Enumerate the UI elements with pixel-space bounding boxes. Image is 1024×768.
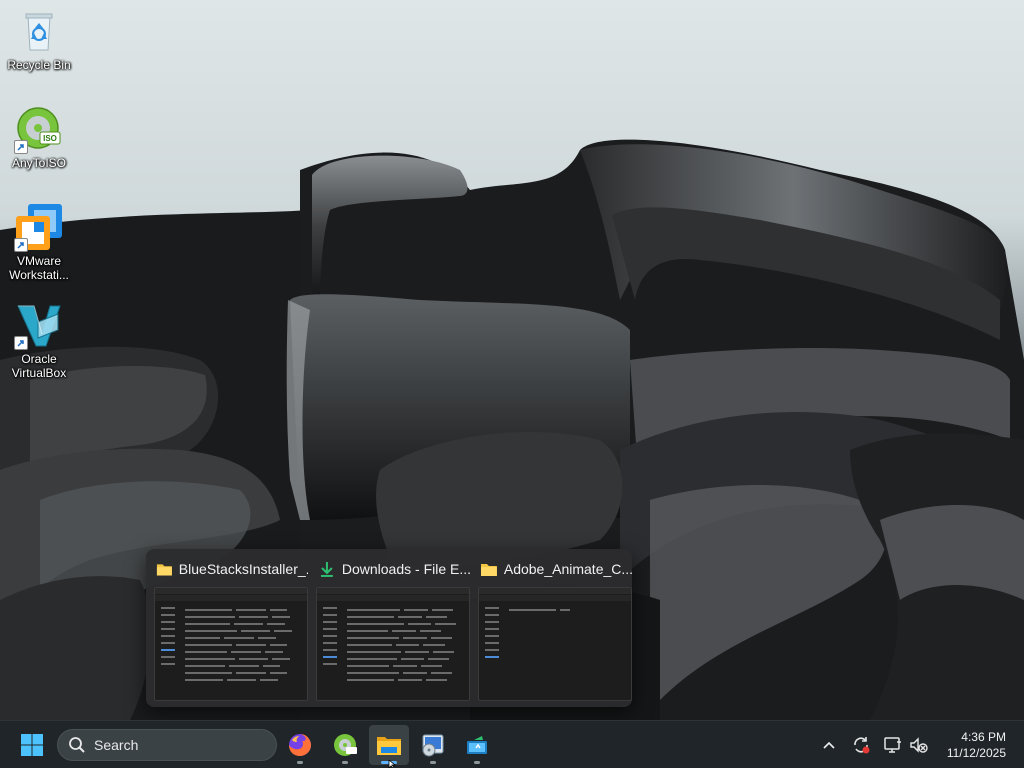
recycle-bin-icon	[14, 6, 64, 56]
folder-icon	[156, 564, 172, 576]
display-icon	[884, 737, 901, 753]
taskbar-app-anytoiso[interactable]	[325, 725, 365, 765]
desktop-icon-virtualbox[interactable]: Oracle VirtualBox	[1, 300, 77, 380]
tray-volume[interactable]	[907, 733, 931, 757]
taskbar-app-firefox[interactable]	[280, 725, 320, 765]
desktop-icon-recycle-bin[interactable]: Recycle Bin	[1, 6, 77, 72]
window-thumbnail-adobe-animate[interactable]: Adobe_Animate_C...	[474, 555, 636, 701]
clock-date: 11/12/2025	[946, 746, 1006, 760]
svg-text:ISO: ISO	[43, 134, 57, 143]
desktop-icon-vmware[interactable]: VMware Workstati...	[1, 202, 77, 282]
anytoiso-icon	[334, 734, 357, 756]
taskbar-thumbnail-preview: BlueStacksInstaller_... Downloads - File…	[146, 549, 632, 707]
vmware-icon	[14, 202, 64, 252]
capture-app-icon	[467, 736, 487, 754]
desktop-icon-anytoiso[interactable]: ISO AnyToISO	[1, 104, 77, 170]
shortcut-arrow-icon	[14, 140, 28, 154]
windows-logo-icon	[21, 734, 43, 756]
taskbar-app-file-explorer[interactable]	[369, 725, 409, 765]
tray-display[interactable]	[881, 733, 905, 757]
search-icon	[69, 737, 85, 753]
shortcut-arrow-icon	[14, 336, 28, 350]
thumbnail-title: Downloads - File E...	[341, 561, 470, 577]
download-icon	[320, 562, 333, 577]
thumbnail-header: Downloads - File E...	[316, 555, 470, 583]
folder-icon	[480, 564, 497, 576]
chevron-up-icon	[823, 741, 835, 749]
show-hidden-icons-button[interactable]	[817, 733, 841, 757]
taskbar-app-screen-capture[interactable]	[457, 725, 497, 765]
thumbnail-image	[316, 587, 470, 701]
thumbnail-header: BlueStacksInstaller_...	[154, 555, 308, 583]
anytoiso-icon: ISO	[14, 104, 64, 154]
thumbnail-header: Adobe_Animate_C...	[478, 555, 632, 583]
file-explorer-icon	[377, 737, 401, 755]
start-button[interactable]	[14, 729, 50, 761]
search-label: Search	[94, 737, 139, 753]
thumbnail-image	[478, 587, 632, 701]
sync-icon	[854, 737, 870, 754]
taskbar-search-box[interactable]: Search	[57, 729, 277, 761]
desktop-icon-label: AnyToISO	[11, 156, 67, 170]
clock-time: 4:36 PM	[961, 730, 1006, 744]
window-thumbnail-downloads[interactable]: Downloads - File E...	[312, 555, 474, 701]
firefox-icon	[289, 734, 311, 756]
thumbnail-image	[154, 587, 308, 701]
taskbar: Search 4:36 PM 11/12/2025	[0, 720, 1024, 768]
shortcut-arrow-icon	[14, 238, 28, 252]
desktop-icon-label: Oracle VirtualBox	[11, 352, 67, 380]
tray-sync[interactable]	[849, 733, 873, 757]
virtualbox-icon	[14, 300, 64, 350]
thumbnail-title: Adobe_Animate_C...	[503, 561, 632, 577]
disc-app-icon	[422, 734, 444, 757]
window-thumbnail-bluestacks[interactable]: BlueStacksInstaller_...	[150, 555, 312, 701]
desktop-icon-label: Recycle Bin	[7, 58, 71, 72]
system-clock[interactable]: 4:36 PM 11/12/2025	[936, 729, 1006, 761]
taskbar-app-disc-utility[interactable]	[413, 725, 453, 765]
thumbnail-title: BlueStacksInstaller_...	[178, 561, 308, 577]
speaker-muted-icon	[910, 737, 928, 753]
desktop-icon-label: VMware Workstati...	[9, 254, 69, 282]
mouse-cursor-icon	[388, 760, 397, 768]
